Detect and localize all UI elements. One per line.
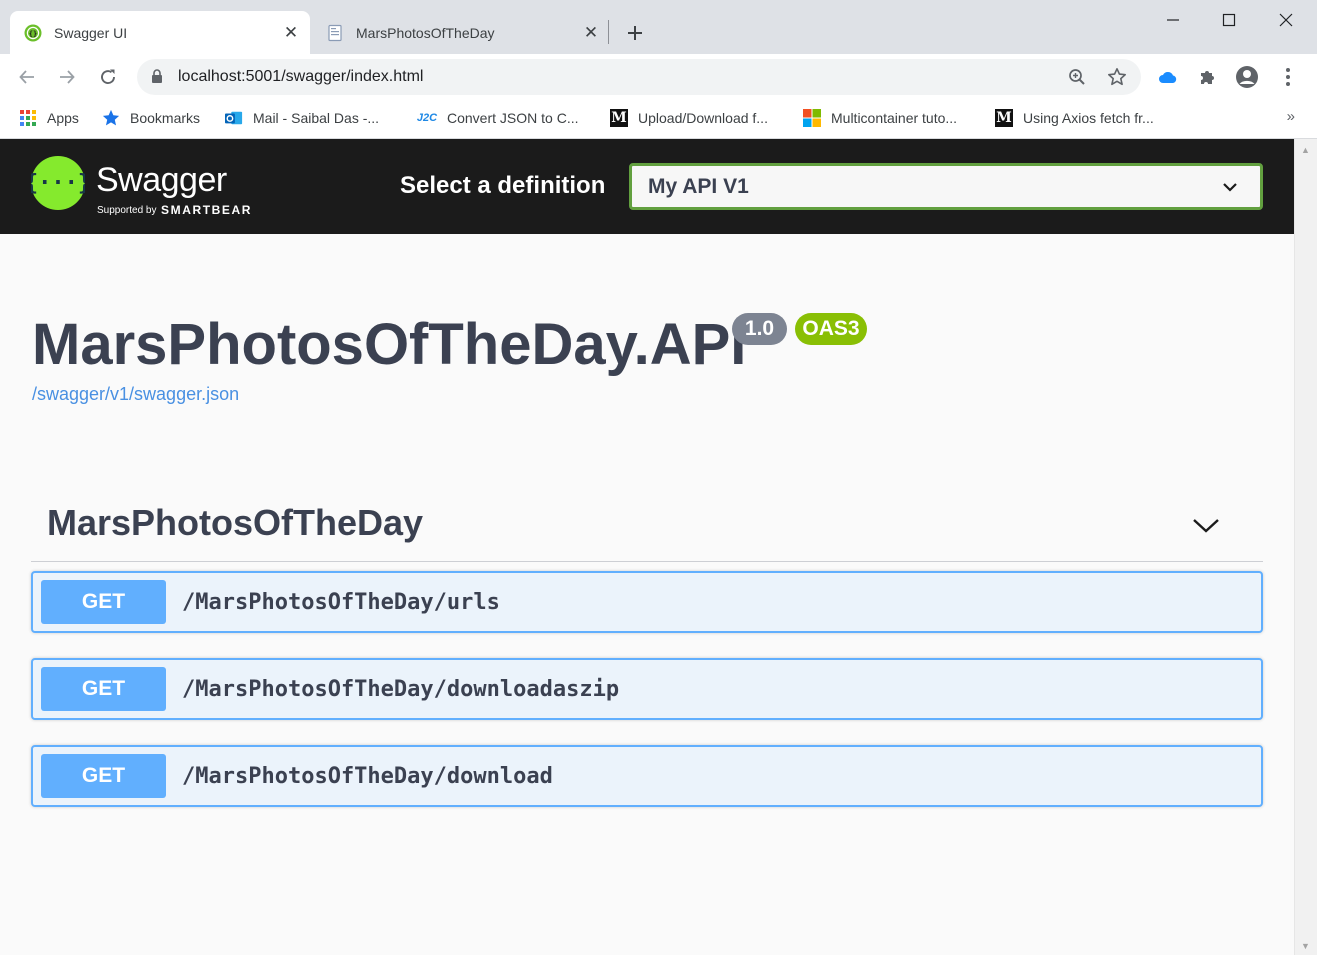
bookmark-label: Multicontainer tuto... bbox=[831, 110, 958, 126]
bookmark-label: Convert JSON to C... bbox=[447, 110, 579, 126]
bookmark-json-to-c[interactable]: J2C Convert JSON to C... bbox=[416, 106, 579, 130]
bookmark-label: Upload/Download f... bbox=[638, 110, 768, 126]
browser-toolbar: localhost:5001/swagger/index.html bbox=[0, 54, 1317, 100]
swagger-logo-icon[interactable]: {···} bbox=[25, 156, 91, 215]
minimize-button[interactable] bbox=[1145, 0, 1201, 40]
bookmark-apps[interactable]: Apps bbox=[19, 106, 79, 130]
tab-close-icon[interactable]: ✕ bbox=[278, 20, 304, 46]
bookmark-bookmarks[interactable]: Bookmarks bbox=[102, 106, 200, 130]
swagger-json-link[interactable]: /swagger/v1/swagger.json bbox=[32, 383, 239, 405]
tab-close-icon[interactable]: ✕ bbox=[578, 20, 604, 46]
zoom-icon[interactable] bbox=[1063, 63, 1091, 91]
api-title: MarsPhotosOfTheDay.API bbox=[32, 312, 747, 377]
medium-icon: M bbox=[995, 109, 1013, 127]
arrow-right-icon bbox=[60, 70, 75, 84]
forward-button[interactable] bbox=[51, 61, 83, 93]
operation-get-urls[interactable]: GET /MarsPhotosOfTheDay/urls bbox=[31, 571, 1263, 633]
tab-separator bbox=[608, 20, 609, 44]
medium-icon: M bbox=[610, 109, 628, 127]
browser-titlebar: {} Swagger UI ✕ MarsPhotosOfTheDay ✕ bbox=[0, 0, 1317, 54]
operation-get-downloadaszip[interactable]: GET /MarsPhotosOfTheDay/downloadaszip bbox=[31, 658, 1263, 720]
bookmark-upload-download[interactable]: M Upload/Download f... bbox=[610, 106, 768, 130]
back-button[interactable] bbox=[11, 61, 43, 93]
bookmarks-bar: Apps Bookmarks Mail - Saibal Das -... J2… bbox=[0, 100, 1317, 139]
close-icon bbox=[1279, 13, 1293, 27]
bookmark-label: Bookmarks bbox=[130, 110, 201, 126]
bookmark-label: Using Axios fetch fr... bbox=[1023, 110, 1154, 126]
tag-name[interactable]: MarsPhotosOfTheDay bbox=[47, 503, 423, 543]
method-badge[interactable]: GET bbox=[41, 580, 166, 624]
bookmarks-overflow-button[interactable]: » bbox=[1287, 108, 1295, 125]
lock-icon[interactable] bbox=[151, 69, 163, 89]
bookmark-mail[interactable]: Mail - Saibal Das -... bbox=[225, 106, 379, 130]
collapse-chevron-icon[interactable] bbox=[1191, 511, 1221, 541]
profile-avatar-icon[interactable] bbox=[1232, 62, 1262, 92]
tab-swagger-ui[interactable]: {} Swagger UI ✕ bbox=[10, 11, 310, 54]
svg-text:{}: {} bbox=[29, 30, 37, 38]
menu-kebab-icon[interactable] bbox=[1273, 62, 1303, 92]
bookmark-label: Apps bbox=[47, 110, 79, 126]
operation-path[interactable]: /MarsPhotosOfTheDay/download bbox=[182, 764, 553, 790]
reload-button[interactable] bbox=[92, 61, 124, 93]
vertical-scrollbar[interactable]: ▲ ▼ bbox=[1294, 139, 1317, 955]
arrow-left-icon bbox=[19, 70, 34, 84]
scroll-up-arrow-icon[interactable]: ▲ bbox=[1301, 145, 1310, 155]
new-tab-button[interactable] bbox=[620, 18, 650, 48]
maximize-button[interactable] bbox=[1201, 0, 1257, 40]
address-bar[interactable]: localhost:5001/swagger/index.html bbox=[137, 59, 1141, 95]
definition-select-value[interactable]: My API V1 bbox=[648, 175, 749, 199]
apps-grid-icon bbox=[19, 109, 37, 127]
page-favicon-icon bbox=[326, 24, 344, 42]
tab-title: Swagger UI bbox=[54, 24, 128, 41]
definition-select[interactable]: My API V1 bbox=[629, 163, 1263, 210]
j2c-icon: J2C bbox=[416, 112, 438, 124]
operation-path[interactable]: /MarsPhotosOfTheDay/urls bbox=[182, 590, 500, 616]
chevron-down-icon[interactable] bbox=[1222, 180, 1238, 198]
extensions-puzzle-icon[interactable] bbox=[1193, 62, 1223, 92]
version-badge: 1.0 bbox=[732, 313, 787, 345]
swagger-favicon-icon: {} bbox=[24, 24, 42, 42]
bookmark-star-icon[interactable] bbox=[1103, 63, 1131, 91]
method-badge[interactable]: GET bbox=[41, 667, 166, 711]
svg-text:{···}: {···} bbox=[31, 171, 85, 196]
bookmark-axios[interactable]: M Using Axios fetch fr... bbox=[995, 106, 1154, 130]
oas3-badge: OAS3 bbox=[795, 313, 867, 345]
maximize-icon bbox=[1222, 13, 1236, 27]
swagger-wordmark: Swagger bbox=[96, 161, 227, 199]
outlook-icon bbox=[225, 109, 243, 127]
bookmark-multicontainer[interactable]: Multicontainer tuto... bbox=[803, 106, 957, 130]
reload-icon bbox=[101, 69, 115, 84]
tab-title: MarsPhotosOfTheDay bbox=[356, 24, 495, 41]
supported-by-text: Supported by bbox=[97, 205, 157, 216]
tag-section-header[interactable]: MarsPhotosOfTheDay bbox=[31, 489, 1263, 562]
star-icon bbox=[102, 109, 120, 127]
smartbear-text: SMARTBEAR bbox=[161, 203, 253, 217]
page-viewport: {···} Swagger Supported by SMARTBEAR Sel… bbox=[0, 139, 1294, 955]
minimize-icon bbox=[1167, 19, 1179, 21]
scroll-down-arrow-icon[interactable]: ▼ bbox=[1301, 941, 1310, 951]
method-badge[interactable]: GET bbox=[41, 754, 166, 798]
swagger-topbar: {···} Swagger Supported by SMARTBEAR Sel… bbox=[0, 139, 1294, 234]
select-definition-label: Select a definition bbox=[400, 172, 606, 199]
microsoft-icon bbox=[803, 109, 821, 127]
bookmark-label: Mail - Saibal Das -... bbox=[253, 110, 380, 126]
close-window-button[interactable] bbox=[1258, 0, 1314, 40]
url-text[interactable]: localhost:5001/swagger/index.html bbox=[178, 67, 423, 87]
tab-marsphotos[interactable]: MarsPhotosOfTheDay ✕ bbox=[314, 11, 610, 54]
operation-path[interactable]: /MarsPhotosOfTheDay/downloadaszip bbox=[182, 677, 619, 703]
plus-icon bbox=[628, 26, 642, 40]
cloud-extension-icon[interactable] bbox=[1153, 62, 1183, 92]
operation-get-download[interactable]: GET /MarsPhotosOfTheDay/download bbox=[31, 745, 1263, 807]
